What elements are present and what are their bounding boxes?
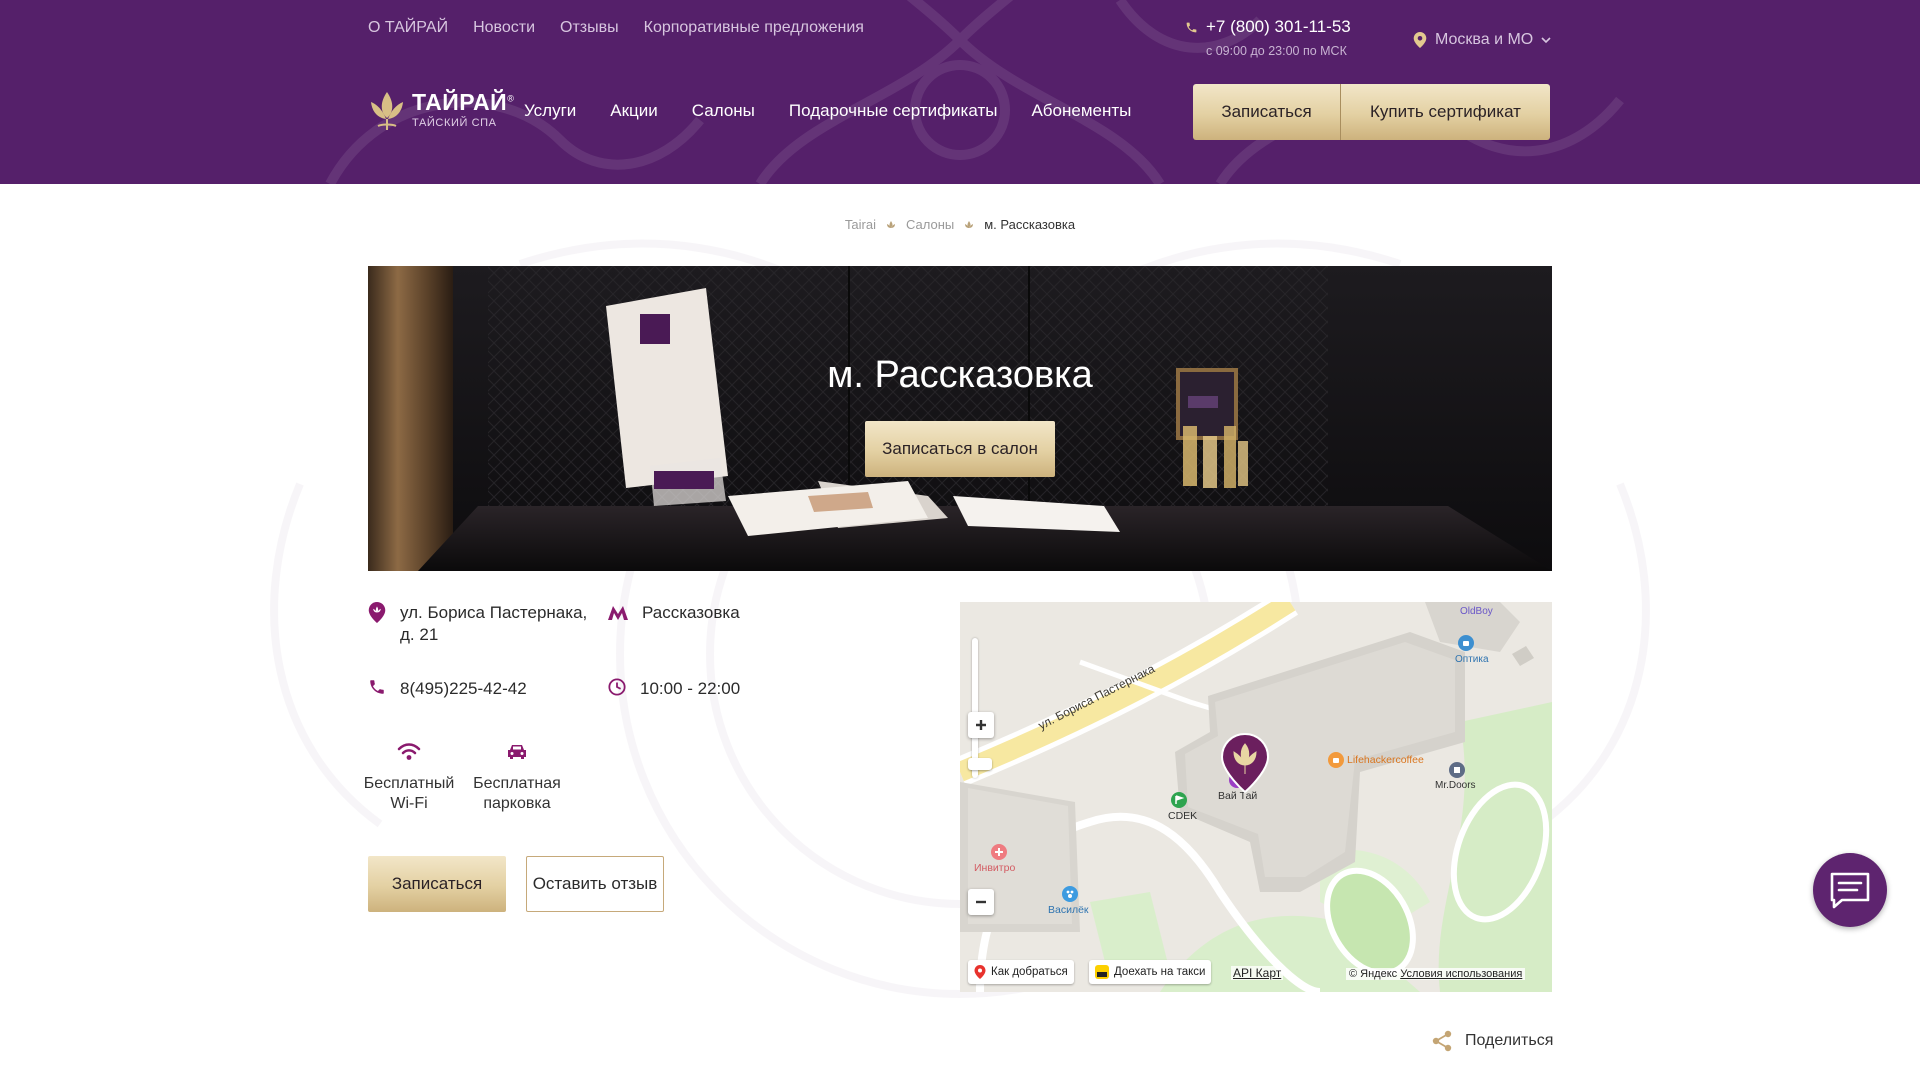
zoom-out-button[interactable]: [968, 889, 994, 915]
poi-vasilek-icon[interactable]: [1062, 886, 1078, 902]
plus-icon: [976, 720, 986, 730]
logo-name: ТАЙРАЙ: [412, 89, 508, 115]
nav-gift-certificates[interactable]: Подарочные сертификаты: [789, 101, 998, 121]
zoom-rail[interactable]: [972, 638, 978, 778]
nav-promotions[interactable]: Акции: [610, 101, 658, 121]
lotus-separator-icon: [886, 220, 895, 228]
header-book-button[interactable]: Записаться: [1193, 84, 1341, 140]
header-phone-hours: с 09:00 до 23:00 по МСК: [1206, 44, 1347, 58]
top-link-reviews[interactable]: Отзывы: [560, 19, 619, 37]
map-copyright-text: © Яндекс: [1349, 968, 1398, 980]
salon-interior-photo: [368, 266, 1552, 571]
breadcrumb: Tairai Салоны м. Рассказовка: [0, 217, 1920, 232]
header-ornament: [325, 0, 1624, 184]
salon-hours-text: 10:00 - 22:00: [640, 679, 741, 698]
share-icon: [1432, 1030, 1452, 1052]
zoom-slider-handle[interactable]: [968, 758, 992, 770]
zoom-in-button[interactable]: [968, 712, 994, 738]
maps-api-link[interactable]: API Карт: [1231, 966, 1284, 980]
breadcrumb-current: м. Рассказовка: [984, 217, 1076, 232]
salon-phone-text: 8(495)225-42-42: [400, 679, 527, 698]
breadcrumb-home[interactable]: Tairai: [845, 217, 876, 232]
logo-text: ТАЙРАЙ® ТАЙСКИЙ СПА: [412, 89, 515, 130]
header-phone[interactable]: +7 (800) 301-11-53: [1185, 17, 1351, 37]
chevron-down-icon: [1541, 36, 1551, 43]
salon-map-pin-icon[interactable]: [1220, 732, 1270, 794]
poi-lifehackercoffee[interactable]: Lifehackercoffee: [1347, 754, 1424, 766]
metro-icon: [608, 606, 628, 620]
salon-address: ул. Бориса Пастернака, д. 21: [368, 602, 588, 646]
chat-widget-button[interactable]: [1813, 853, 1887, 927]
poi-coffee-icon[interactable]: [1328, 752, 1344, 768]
nav-services[interactable]: Услуги: [524, 101, 576, 121]
poi-vasilek[interactable]: Василёк: [1048, 904, 1089, 916]
poi-oldboy[interactable]: OldBoy: [1460, 606, 1493, 617]
clock-icon: [608, 678, 626, 696]
site-header: О ТАЙРАЙ Новости Отзывы Корпоративные пр…: [0, 0, 1920, 184]
salon-metro: Рассказовка: [608, 602, 740, 624]
feature-wifi: Бесплатный Wi-Fi: [354, 742, 464, 814]
route-label: Как добраться: [991, 966, 1068, 978]
poi-optika[interactable]: Оптика: [1455, 654, 1489, 665]
lotus-logo-icon: [371, 92, 403, 130]
poi-mrdoors[interactable]: Mr.Doors: [1435, 780, 1476, 791]
top-link-corporate[interactable]: Корпоративные предложения: [644, 19, 864, 37]
site-logo[interactable]: ТАЙРАЙ® ТАЙСКИЙ СПА: [368, 88, 514, 132]
feature-parking: Бесплатная парковка: [462, 742, 572, 814]
salon-phone[interactable]: 8(495)225-42-42: [368, 678, 527, 700]
route-pin-icon: [974, 965, 986, 979]
feature-parking-label: Бесплатная парковка: [473, 775, 561, 812]
leave-review-button[interactable]: Оставить отзыв: [526, 856, 664, 912]
feature-wifi-label: Бесплатный Wi-Fi: [363, 775, 455, 812]
taxi-icon: [1095, 965, 1109, 979]
buy-certificate-button[interactable]: Купить сертификат: [1341, 84, 1550, 140]
nav-salons[interactable]: Салоны: [692, 101, 755, 121]
book-button[interactable]: Записаться: [368, 856, 506, 912]
hero-title: м. Рассказовка: [827, 354, 1093, 396]
poi-invitro-icon[interactable]: [991, 844, 1007, 860]
poi-cdek-icon[interactable]: [1171, 792, 1187, 808]
salon-hours: 10:00 - 22:00: [608, 678, 740, 700]
location-pin-icon: [1413, 32, 1427, 48]
taxi-label: Доехать на такси: [1114, 966, 1206, 978]
top-nav: О ТАЙРАЙ Новости Отзывы Корпоративные пр…: [368, 19, 864, 37]
logo-tagline: ТАЙСКИЙ СПА: [412, 117, 497, 129]
header-phone-number: +7 (800) 301-11-53: [1206, 17, 1351, 36]
top-link-about[interactable]: О ТАЙРАЙ: [368, 19, 448, 37]
salon-hero: м. Рассказовка Записаться в салон: [368, 266, 1552, 571]
header-buttons: Записаться Купить сертификат: [1193, 84, 1550, 140]
share-button[interactable]: Поделиться: [1431, 1030, 1553, 1052]
map-copyright: © Яндекс Условия использования: [1346, 968, 1526, 980]
poi-invitro[interactable]: Инвитро: [974, 862, 1015, 874]
book-salon-button[interactable]: Записаться в салон: [865, 421, 1055, 477]
salon-metro-text: Рассказовка: [642, 603, 740, 622]
poi-mrdoors-icon[interactable]: [1449, 762, 1465, 778]
lotus-separator-icon: [965, 220, 974, 228]
poi-optika-icon[interactable]: [1458, 635, 1474, 651]
top-link-news[interactable]: Новости: [473, 19, 535, 37]
logo-registered-mark: ®: [507, 93, 515, 104]
salon-address-text: ул. Бориса Пастернака, д. 21: [400, 603, 588, 644]
main-nav: Услуги Акции Салоны Подарочные сертифика…: [524, 101, 1131, 121]
route-button[interactable]: Как добраться: [968, 960, 1074, 984]
phone-icon: [1186, 22, 1197, 32]
city-label: Москва и МО: [1435, 31, 1534, 48]
wifi-icon: [397, 743, 421, 760]
header-phone-block: +7 (800) 301-11-53 с 09:00 до 23:00 по М…: [1185, 17, 1351, 58]
share-label: Поделиться: [1465, 1032, 1554, 1049]
breadcrumb-salons[interactable]: Салоны: [906, 217, 954, 232]
minus-icon: [976, 900, 986, 904]
terms-link[interactable]: Условия использования: [1400, 968, 1522, 980]
location-pin-icon: [368, 602, 386, 623]
poi-cdek[interactable]: CDEK: [1168, 810, 1197, 822]
nav-subscriptions[interactable]: Абонементы: [1031, 101, 1131, 121]
phone-icon: [370, 680, 384, 694]
car-icon: [508, 745, 526, 759]
city-selector[interactable]: Москва и МО: [1413, 31, 1551, 49]
salon-map[interactable]: ул. Бориса Пастернака OldBoy Оптика Life…: [960, 602, 1552, 992]
taxi-button[interactable]: Доехать на такси: [1089, 960, 1212, 984]
chat-icon: [1830, 872, 1870, 909]
